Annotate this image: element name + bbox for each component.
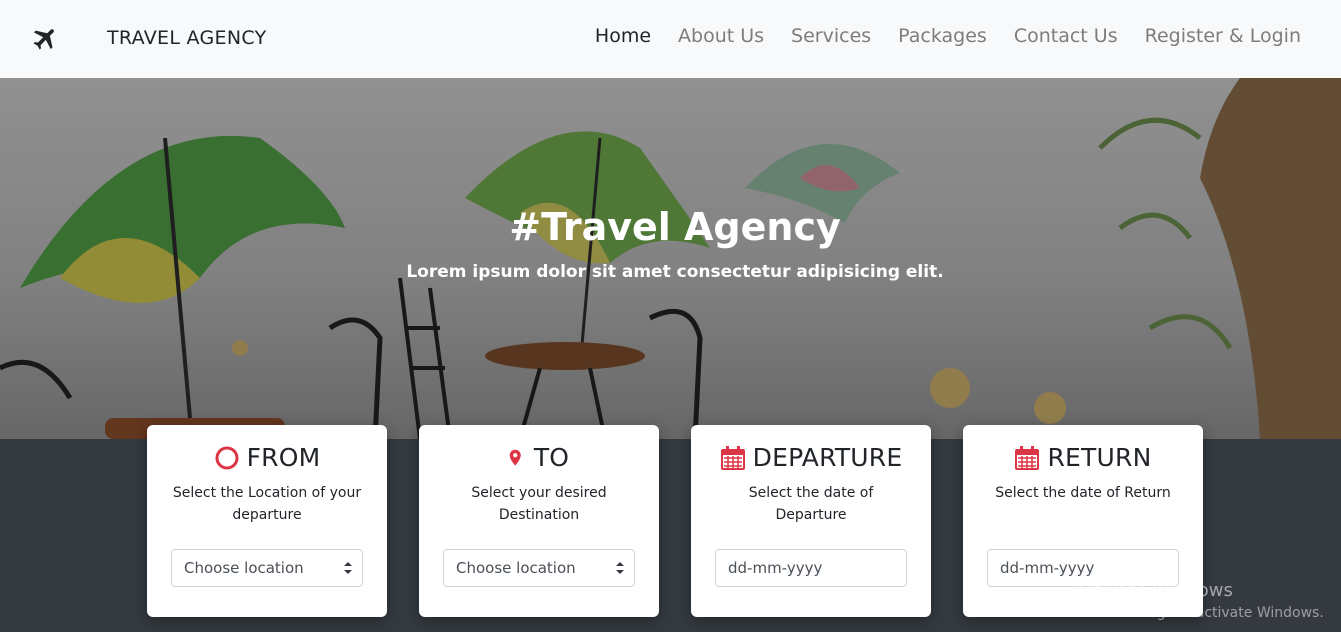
hero-subtitle: Lorem ipsum dolor sit amet consectetur a… xyxy=(406,262,944,282)
brand-name[interactable]: TRAVEL AGENCY xyxy=(107,27,267,49)
card-header: FROM xyxy=(147,443,387,472)
card-description: Select your desired Destination xyxy=(471,485,607,523)
card-description: Select the Location of your departure xyxy=(172,485,362,523)
date-placeholder: dd-mm-yyyy xyxy=(728,559,823,577)
departure-card: DEPARTURE Select the date of Departure d… xyxy=(691,425,931,617)
card-title: DEPARTURE xyxy=(752,443,903,472)
nav-link-contact[interactable]: Contact Us xyxy=(1014,25,1118,47)
card-header: RETURN xyxy=(963,443,1203,472)
select-value: Choose location xyxy=(184,559,304,577)
card-description: Select the date of Departure xyxy=(748,485,874,523)
map-pin-icon xyxy=(509,449,521,466)
calendar-icon xyxy=(1015,445,1040,470)
nav-link-about[interactable]: About Us xyxy=(678,25,764,47)
card-title: RETURN xyxy=(1047,443,1152,472)
select-value: Choose location xyxy=(456,559,576,577)
card-header: TO xyxy=(419,443,659,472)
hero-overlay xyxy=(0,78,1341,439)
from-card: FROM Select the Location of your departu… xyxy=(147,425,387,617)
nav-menu: Home About Us Services Packages Contact … xyxy=(568,25,1301,47)
hero-title: #Travel Agency xyxy=(509,205,841,249)
card-title: FROM xyxy=(246,443,321,472)
nav-link-home[interactable]: Home xyxy=(595,25,651,47)
select-caret-icon xyxy=(616,562,624,574)
calendar-icon xyxy=(720,445,745,470)
nav-link-packages[interactable]: Packages xyxy=(898,25,987,47)
airplane-icon[interactable] xyxy=(30,24,60,54)
nav-link-services[interactable]: Services xyxy=(791,25,871,47)
card-description: Select the date of Return xyxy=(995,485,1171,501)
nav-link-register-login[interactable]: Register & Login xyxy=(1145,25,1301,47)
activate-windows-title: Activate Windows xyxy=(1073,580,1233,601)
navbar: TRAVEL AGENCY Home About Us Services Pac… xyxy=(0,0,1341,78)
card-header: DEPARTURE xyxy=(691,443,931,472)
date-placeholder: dd-mm-yyyy xyxy=(1000,559,1095,577)
departure-date-input[interactable]: dd-mm-yyyy xyxy=(715,549,907,587)
card-title: TO xyxy=(533,443,570,472)
circle-icon xyxy=(215,446,239,469)
select-caret-icon xyxy=(344,562,352,574)
hero-banner: #Travel Agency Lorem ipsum dolor sit ame… xyxy=(0,78,1341,439)
to-card: TO Select your desired Destination Choos… xyxy=(419,425,659,617)
from-location-select[interactable]: Choose location xyxy=(171,549,363,587)
to-location-select[interactable]: Choose location xyxy=(443,549,635,587)
activate-windows-subtitle: Go to Settings to activate Windows. xyxy=(1073,605,1324,621)
